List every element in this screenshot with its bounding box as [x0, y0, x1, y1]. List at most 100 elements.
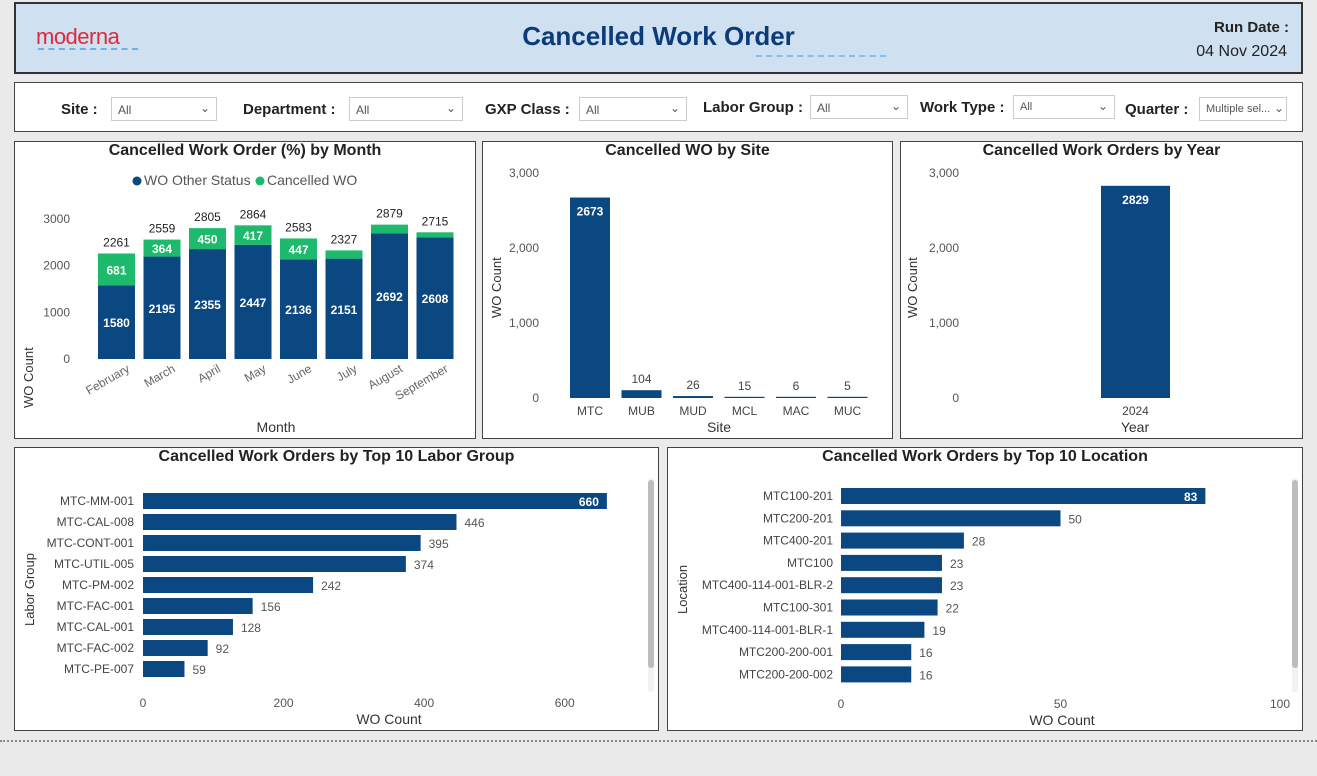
scrollbar[interactable] — [1292, 478, 1298, 692]
y-tick-label: MTC400-114-001-BLR-2 — [702, 578, 833, 592]
data-label: 242 — [321, 579, 341, 593]
y-tick-label: MTC-CAL-001 — [57, 620, 135, 634]
data-label: 26 — [686, 378, 700, 392]
bar — [143, 514, 457, 530]
y-tick-label: 3000 — [43, 212, 70, 226]
y-tick-label: MTC400-201 — [763, 534, 833, 548]
department-dropdown[interactable]: All ⌄ — [349, 97, 463, 121]
x-tick-label: MUB — [628, 404, 655, 418]
x-tick-label: April — [195, 361, 223, 385]
total-label: 2261 — [103, 235, 130, 249]
run-date-value: 04 Nov 2024 — [1196, 43, 1287, 60]
data-label: 28 — [972, 535, 986, 549]
scrollbar[interactable] — [648, 478, 654, 692]
data-label: 660 — [579, 495, 599, 509]
chart-panel-location: Cancelled Work Orders by Top 10 Location… — [667, 447, 1303, 731]
filter-label-gxp-class: GXP Class : — [485, 101, 570, 118]
labor-group-dropdown[interactable]: All ⌄ — [810, 95, 908, 119]
data-label: 6 — [793, 379, 800, 393]
x-tick-label: 400 — [414, 696, 434, 710]
x-tick-label: July — [334, 361, 359, 384]
chevron-down-icon: ⌄ — [445, 101, 456, 115]
x-tick-label: MAC — [783, 404, 810, 418]
y-axis-title: WO Count — [489, 257, 504, 318]
x-axis-title: Month — [257, 419, 296, 435]
y-tick-label: MTC-CONT-001 — [47, 536, 135, 550]
data-label: 22 — [946, 602, 960, 616]
data-label: 59 — [192, 663, 206, 677]
data-label: 1580 — [103, 316, 130, 330]
data-label: 2447 — [240, 296, 267, 310]
y-tick-label: MTC-FAC-001 — [57, 599, 135, 613]
bar — [143, 535, 421, 551]
x-tick-label: 50 — [1054, 697, 1068, 711]
gxp-class-dropdown[interactable]: All ⌄ — [579, 97, 687, 121]
x-tick-label: MUC — [834, 404, 862, 418]
work-type-dropdown[interactable]: All ⌄ — [1013, 95, 1115, 119]
bar — [841, 554, 942, 571]
y-tick-label: MTC100-301 — [763, 601, 833, 615]
legend[interactable]: WO Other Status Cancelled WO — [132, 172, 358, 188]
data-label: 5 — [844, 379, 851, 393]
chevron-down-icon: ⌄ — [199, 101, 210, 115]
x-tick-label: June — [284, 361, 314, 386]
bar-cancelled-wo — [371, 224, 408, 234]
page-bottom-divider — [0, 740, 1317, 742]
chevron-down-icon: ⌄ — [1097, 99, 1108, 113]
data-label: 2151 — [331, 303, 358, 317]
y-tick-label: MTC100-201 — [763, 489, 833, 503]
x-tick-label: March — [142, 361, 178, 390]
data-label: 92 — [216, 642, 230, 656]
data-label: 23 — [950, 579, 964, 593]
bar — [841, 577, 942, 594]
chart-month-svg: WO Other Status Cancelled WO WO Count Mo… — [21, 172, 454, 435]
total-label: 2327 — [331, 232, 358, 246]
bar — [143, 661, 185, 677]
y-tick-label: 2,000 — [509, 241, 539, 255]
filter-label-site: Site : — [61, 101, 98, 118]
work-type-dropdown-value: All — [1020, 101, 1033, 113]
quarter-dropdown[interactable]: Multiple sel... ⌄ — [1199, 97, 1287, 121]
bar — [841, 532, 964, 549]
bar — [143, 556, 406, 572]
data-label: 681 — [106, 263, 126, 277]
chart-site-svg: WO Count Site 0 1,000 2,000 3,000 2673 MTC 104… — [489, 166, 868, 435]
data-label: 2355 — [194, 298, 221, 312]
data-label: 104 — [631, 372, 651, 386]
y-tick-label: MTC-FAC-002 — [57, 641, 135, 655]
data-label: 447 — [288, 243, 308, 257]
x-tick-label: MUD — [679, 404, 707, 418]
bar — [143, 598, 253, 614]
y-tick-label: MTC-CAL-008 — [57, 515, 135, 529]
y-tick-label: MTC200-200-002 — [739, 667, 833, 681]
y-tick-label: 3,000 — [929, 166, 959, 180]
total-label: 2715 — [422, 214, 449, 228]
legend-marker-other — [132, 176, 142, 186]
y-axis-title: WO Count — [905, 257, 920, 318]
x-tick-label: MTC — [577, 404, 603, 418]
title-decoration — [756, 55, 886, 57]
y-tick-label: MTC400-114-001-BLR-1 — [702, 623, 833, 637]
bar — [841, 488, 1206, 504]
bar — [570, 197, 610, 398]
data-label: 16 — [919, 668, 933, 682]
bar — [724, 396, 765, 398]
data-label: 156 — [261, 600, 281, 614]
run-date-label: Run Date : — [1214, 19, 1289, 36]
site-dropdown[interactable]: All ⌄ — [111, 97, 217, 121]
x-axis-title: Year — [1121, 419, 1150, 435]
chart-panel-labor-group: Cancelled Work Orders by Top 10 Labor Gr… — [14, 447, 659, 731]
scrollbar-thumb[interactable] — [1292, 480, 1298, 668]
bar — [841, 621, 925, 638]
x-axis-title: WO Count — [356, 711, 421, 727]
x-axis-title: Site — [707, 419, 731, 435]
data-label: 364 — [152, 242, 172, 256]
labor-group-dropdown-value: All — [817, 101, 831, 115]
y-tick-label: MTC-UTIL-005 — [54, 557, 134, 571]
legend-label-cancelled: Cancelled WO — [267, 172, 357, 188]
data-label: 2136 — [285, 303, 312, 317]
y-tick-label: MTC100 — [787, 556, 833, 570]
page-title: Cancelled Work Order — [522, 21, 795, 51]
scrollbar-thumb[interactable] — [648, 480, 654, 668]
bar — [827, 396, 868, 398]
